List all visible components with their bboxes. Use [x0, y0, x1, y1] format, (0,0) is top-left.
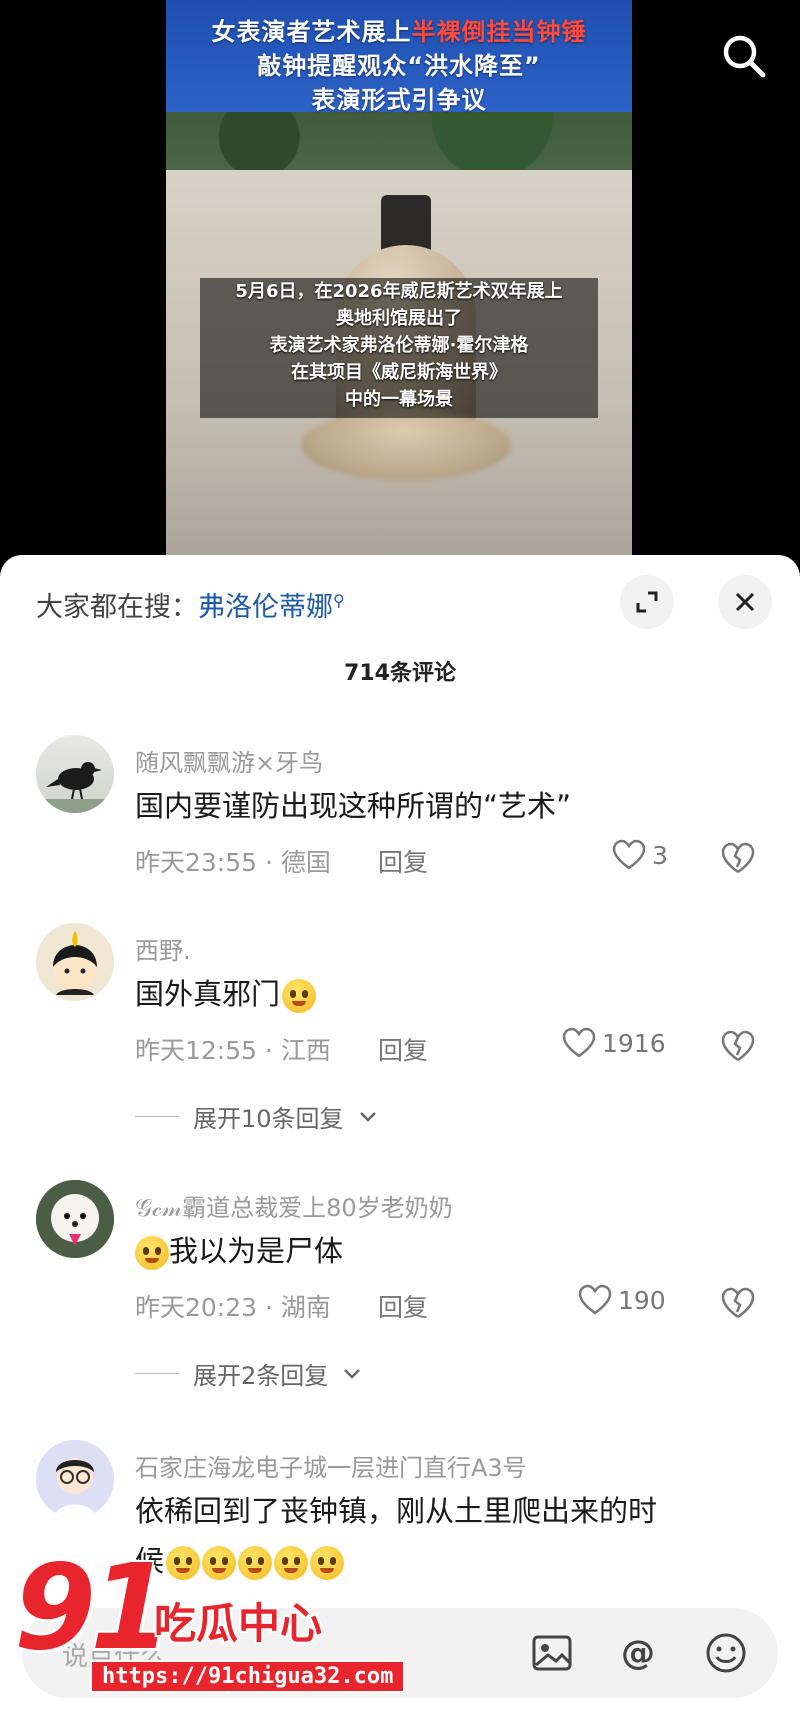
comment-username[interactable]: 西野.	[135, 931, 191, 966]
like-button[interactable]: 190	[578, 1284, 666, 1316]
avatar[interactable]	[36, 923, 114, 1001]
mention-icon[interactable]: @	[616, 1631, 660, 1675]
emoji-icon[interactable]	[704, 1631, 748, 1675]
divider	[135, 1373, 179, 1374]
video-player[interactable]: 女表演者艺术展上半裸倒挂当钟锤 敲钟提醒观众“洪水降至” 表演形式引争议 5月6…	[0, 0, 800, 570]
broken-heart-icon	[721, 1030, 755, 1062]
expand-replies-button[interactable]: 展开10条回复	[135, 1099, 378, 1134]
divider	[135, 1116, 179, 1117]
video-title-line-1: 女表演者艺术展上半裸倒挂当钟锤	[211, 18, 587, 46]
video-title-line-3: 表演形式引争议	[311, 86, 487, 114]
avatar[interactable]	[36, 1180, 114, 1258]
comment-meta: 昨天23:55 · 德国	[135, 848, 331, 877]
caption-line: 表演艺术家弗洛伦蒂娜·霍尔津格	[269, 335, 529, 356]
like-button[interactable]: 3	[612, 839, 668, 871]
comment-meta: 昨天20:23 · 湖南	[135, 1293, 331, 1322]
reply-button[interactable]: 回复	[378, 1031, 428, 1067]
heart-icon	[578, 1284, 612, 1315]
image-icon[interactable]	[530, 1631, 574, 1675]
like-count: 1916	[602, 1028, 666, 1058]
comment-count: 714条评论	[344, 661, 456, 686]
like-button[interactable]: 1916	[562, 1027, 666, 1059]
caption-line: 中的一幕场景	[345, 389, 453, 410]
smile-emoji-icon	[282, 979, 317, 1013]
comment-text-row: 我以为是尸体	[133, 1228, 343, 1270]
close-icon	[735, 592, 755, 612]
watermark-number: 91	[14, 1538, 172, 1676]
reply-button[interactable]: 回复	[378, 1288, 428, 1324]
avatar[interactable]	[36, 735, 114, 813]
dislike-button[interactable]	[720, 1286, 756, 1322]
hot-search-keyword-link[interactable]: 弗洛伦蒂娜	[198, 592, 333, 623]
like-count: 3	[652, 840, 668, 870]
hot-search-label: 大家都在搜：	[36, 592, 198, 623]
chevron-down-icon	[359, 1111, 376, 1122]
hot-search: 大家都在搜：弗洛伦蒂娜⚲	[36, 585, 345, 624]
comment-username[interactable]: 𝒢𝒸𝓂霸道总裁爱上80岁老奶奶	[135, 1188, 453, 1223]
comment-meta: 昨天12:55 · 江西	[135, 1036, 331, 1065]
broken-heart-icon	[721, 842, 755, 874]
chevron-down-icon	[344, 1368, 361, 1379]
search-icon[interactable]	[718, 30, 770, 82]
broken-heart-icon	[721, 1287, 755, 1319]
heart-icon	[612, 839, 646, 870]
comment-username[interactable]: 随风飘飘游×牙鸟	[135, 743, 323, 778]
video-title-line-2: 敲钟提醒观众“洪水降至”	[257, 52, 541, 80]
caption-line: 在其项目《威尼斯海世界》	[291, 362, 507, 383]
watermark-name: 吃瓜中心	[154, 1599, 323, 1648]
comment-text: 我以为是尸体	[169, 1234, 344, 1268]
crying-emoji-icon	[135, 1236, 169, 1270]
watermark-logo: 91 吃瓜中心 https://91chigua32.com	[14, 1538, 406, 1698]
expand-icon	[636, 591, 658, 613]
watermark-url: https://91chigua32.com	[90, 1660, 406, 1693]
reply-button[interactable]: 回复	[378, 843, 428, 879]
caption-line: 5月6日，在2026年威尼斯艺术双年展上	[235, 281, 563, 302]
comment-text: 依稀回到了丧钟镇，刚从土里爬出来的时	[135, 1494, 658, 1528]
comment-text-row: 国外真邪门	[135, 971, 317, 1013]
expand-sheet-button[interactable]	[620, 575, 674, 629]
avatar[interactable]	[36, 1440, 114, 1518]
comment-text: 国内要谨防出现这种所谓的“艺术”	[135, 789, 572, 823]
comment-text: 国外真邪门	[135, 977, 281, 1011]
expand-replies-label: 展开2条回复	[193, 1362, 329, 1390]
video-title-banner: 女表演者艺术展上半裸倒挂当钟锤 敲钟提醒观众“洪水降至” 表演形式引争议	[166, 0, 632, 114]
svg-text:@: @	[621, 1633, 655, 1673]
close-button[interactable]	[718, 575, 772, 629]
search-small-icon: ⚲	[333, 591, 345, 610]
expand-replies-label: 展开10条回复	[193, 1105, 344, 1133]
dislike-button[interactable]	[720, 841, 756, 877]
like-count: 190	[618, 1285, 666, 1315]
comment-username[interactable]: 石家庄海龙电子城一层进门直行A3号	[135, 1448, 527, 1483]
caption-line: 奥地利馆展出了	[336, 308, 462, 329]
dislike-button[interactable]	[720, 1029, 756, 1065]
expand-replies-button[interactable]: 展开2条回复	[135, 1356, 362, 1391]
video-caption: 5月6日，在2026年威尼斯艺术双年展上 奥地利馆展出了 表演艺术家弗洛伦蒂娜·…	[200, 278, 598, 418]
heart-icon	[562, 1027, 596, 1058]
